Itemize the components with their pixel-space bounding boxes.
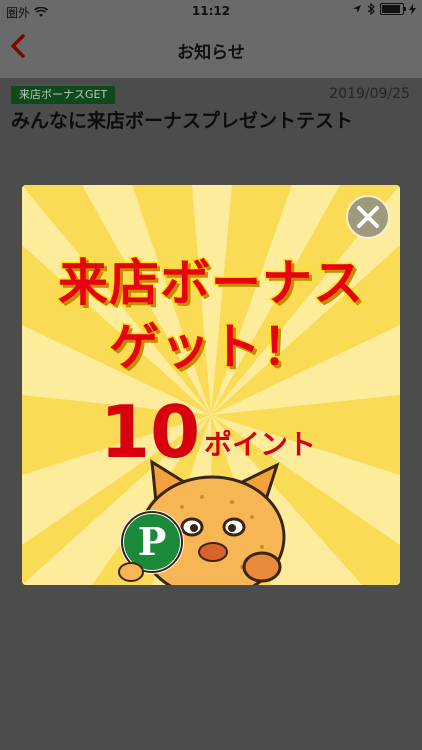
category-badge: 来店ボーナスGET — [11, 86, 116, 104]
promo-headline-line1: 来店ボーナス — [57, 253, 365, 314]
bluetooth-icon — [367, 3, 375, 15]
status-bar: 圏外 11:12 — [0, 0, 422, 22]
charging-icon — [409, 3, 416, 15]
location-icon — [353, 5, 361, 13]
promo-headline-line2: ゲット！ — [108, 317, 314, 378]
nav-bar: お知らせ — [0, 22, 422, 78]
article-date: 2019/09/25 — [329, 86, 410, 102]
bonus-popup: 来店ボーナス ゲット！ 10 ポイント P — [22, 185, 400, 585]
close-popup-button[interactable] — [346, 195, 390, 239]
news-article: 来店ボーナスGET 2019/09/25 みんなに来店ボーナスプレゼントテスト — [0, 78, 422, 188]
coin-letter: P — [138, 519, 167, 564]
status-right — [352, 3, 416, 15]
close-icon — [357, 206, 379, 228]
point-coin-icon: P — [118, 510, 184, 582]
battery-icon — [380, 3, 406, 15]
article-title: みんなに来店ボーナスプレゼントテスト — [11, 110, 354, 132]
page-title: お知らせ — [177, 43, 245, 63]
